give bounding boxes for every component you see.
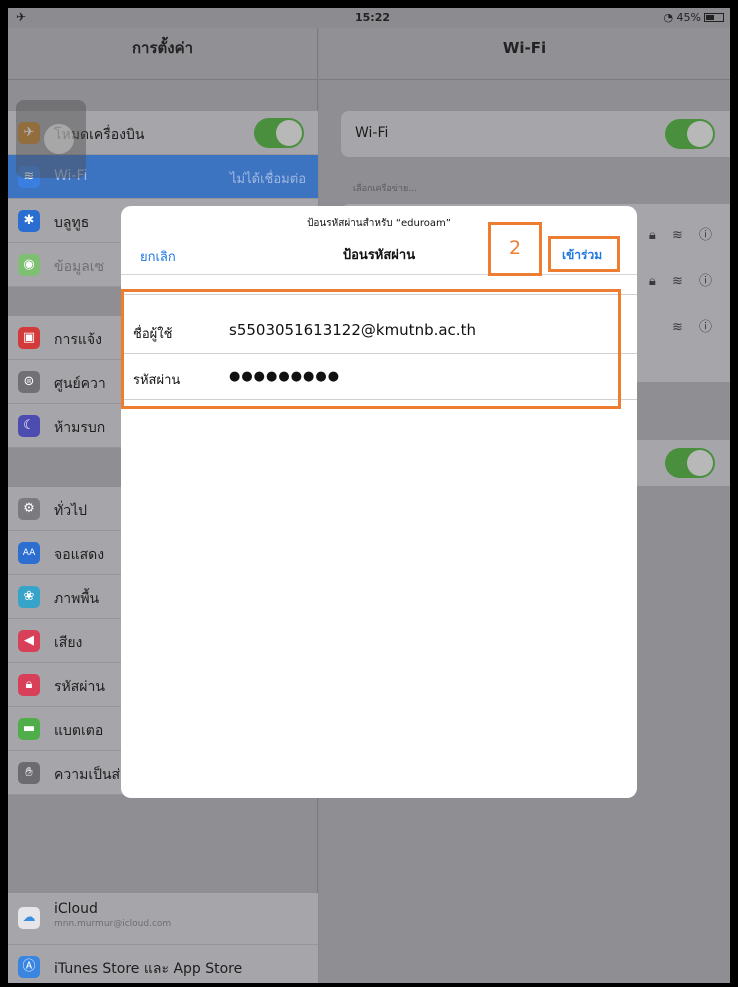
sidebar-item-label: ข้อมูลเซ xyxy=(54,259,105,275)
privacy-icon: ✋︎ xyxy=(18,762,40,784)
wifi-row-label: Wi-Fi xyxy=(355,125,389,141)
status-time: 15:22 xyxy=(355,11,391,24)
wifi-status-value: ไม่ได้เชื่อมต่อ xyxy=(230,172,306,187)
wifi-toggle-row: Wi-Fi xyxy=(341,111,730,157)
network-row-icons: ≋ ⓘ xyxy=(671,320,718,335)
sidebar-title: การตั้งค่า xyxy=(8,28,317,80)
icloud-icon: ☁ xyxy=(18,907,40,929)
cellular-icon: ◉ xyxy=(18,254,40,276)
network-row-icons: 🔒︎ ≋ ⓘ xyxy=(648,228,718,243)
detail-title: Wi-Fi xyxy=(319,28,730,80)
sidebar-item-label: บลูทูธ xyxy=(54,215,90,231)
sidebar-item-label: iCloud xyxy=(54,901,98,917)
display-icon: AA xyxy=(18,542,40,564)
step-number: 2 xyxy=(488,222,542,276)
do-not-disturb-icon: ☾ xyxy=(18,415,40,437)
sidebar-item-app-store[interactable]: Ⓐ iTunes Store และ App Store xyxy=(8,945,318,983)
sidebar-item-label: ภาพพื้น xyxy=(54,591,100,607)
touch-point xyxy=(44,124,74,154)
sidebar-item-label: ศูนย์ควา xyxy=(54,376,106,392)
join-annotation-box xyxy=(548,236,620,272)
sidebar-item-label: รหัสผ่าน xyxy=(54,679,105,695)
ask-to-join-toggle[interactable] xyxy=(665,448,715,478)
control-center-icon: ⊜ xyxy=(18,371,40,393)
battery-percent: 45% xyxy=(676,11,701,24)
sidebar-item-label: การแจ้ง xyxy=(54,332,102,348)
wifi-toggle[interactable] xyxy=(665,119,715,149)
ipad-screen: ✈ 15:22 ◔ 45% การตั้งค่า ✈ โหมดเครื่องบิ… xyxy=(8,8,730,983)
sound-icon: ◀ xyxy=(18,630,40,652)
airplane-status-icon: ✈ xyxy=(16,10,27,24)
battery-status: ◔ 45% xyxy=(663,11,724,24)
battery-settings-icon: ▬ xyxy=(18,718,40,740)
status-bar: ✈ 15:22 ◔ 45% xyxy=(8,8,730,28)
passcode-icon: 🔒︎ xyxy=(18,674,40,696)
sidebar-item-label: ห้ามรบก xyxy=(54,420,106,436)
sidebar-item-label: แบตเตอ xyxy=(54,723,104,739)
choose-network-header: เลือกเครือข่าย... xyxy=(353,184,417,194)
dialog-header-divider xyxy=(121,274,637,275)
bluetooth-icon: ✱ xyxy=(18,210,40,232)
dialog-subtitle: ป้อนรหัสผ่านสำหรับ “eduroam” xyxy=(307,218,451,229)
battery-icon xyxy=(704,13,724,22)
notifications-icon: ▣ xyxy=(18,327,40,349)
sidebar-item-icloud[interactable]: ☁ iCloud mnn.murmur@icloud.com xyxy=(8,893,318,945)
credentials-annotation-box xyxy=(121,289,621,409)
sidebar-item-label: เสียง xyxy=(54,635,83,651)
network-row-icons: 🔒︎ ≋ ⓘ xyxy=(648,274,718,289)
sidebar-item-label: iTunes Store และ App Store xyxy=(54,961,243,977)
app-store-icon: Ⓐ xyxy=(18,956,40,978)
icloud-account-email: mnn.murmur@icloud.com xyxy=(54,919,172,929)
wallpaper-icon: ❀ xyxy=(18,586,40,608)
sidebar-item-label: จอแสดง xyxy=(54,547,105,563)
cancel-button[interactable]: ยกเลิก xyxy=(140,246,176,267)
sidebar-item-label: ทั่วไป xyxy=(54,503,88,519)
airplane-mode-toggle[interactable] xyxy=(254,118,304,148)
general-icon: ⚙ xyxy=(18,498,40,520)
